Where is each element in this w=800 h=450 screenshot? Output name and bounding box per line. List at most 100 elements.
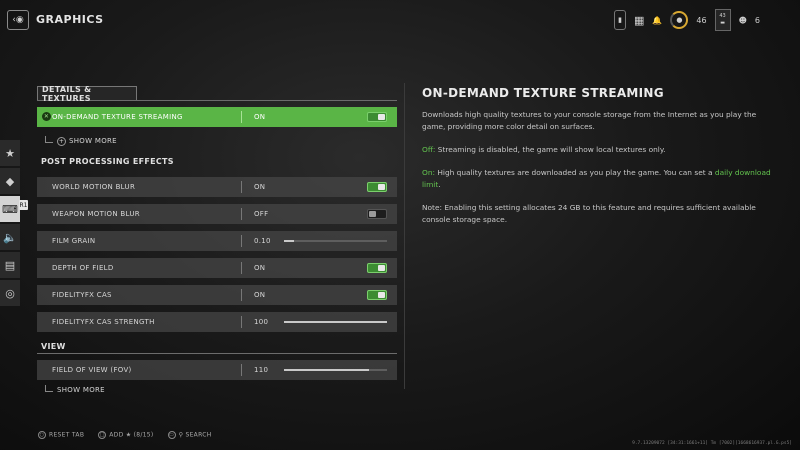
- off-text: Streaming is disabled, the game will sho…: [435, 145, 666, 154]
- setting-row-fidelityfx-cas[interactable]: FIDELITYFX CAS ON: [37, 285, 397, 305]
- on-end: .: [438, 180, 441, 189]
- toggle-knob: [378, 184, 385, 190]
- toggle-knob: [378, 114, 385, 120]
- show-more-label: SHOW MORE: [57, 386, 105, 394]
- graphics-icon: ⌨: [2, 202, 18, 216]
- off-label: Off:: [422, 145, 436, 154]
- top-right-status: ▮ ▦ 🔔 ● 46 43 ▬ ☻ 6: [614, 8, 760, 32]
- setting-value: 110: [254, 366, 269, 374]
- show-more-label: SHOW MORE: [69, 137, 117, 145]
- setting-row-texture-streaming[interactable]: ✕ ON-DEMAND TEXTURE STREAMING ON: [37, 107, 397, 127]
- back-icon: ‹◉: [12, 15, 24, 25]
- setting-value: ON: [254, 183, 266, 191]
- slider[interactable]: [284, 321, 387, 323]
- setting-label: FIDELITYFX CAS STRENGTH: [52, 318, 155, 326]
- back-button[interactable]: ‹◉: [7, 10, 29, 30]
- description-on: On: High quality textures are downloaded…: [422, 167, 777, 191]
- description-intro: Downloads high quality textures to your …: [422, 110, 757, 131]
- player-level: 46: [696, 15, 707, 25]
- panel-divider: [404, 83, 405, 389]
- tree-corner: [45, 135, 53, 143]
- rail-controller[interactable]: ◆: [0, 168, 20, 194]
- row-separator: [241, 289, 242, 301]
- setting-value: 0.10: [254, 237, 271, 245]
- friends-icon[interactable]: ☻: [739, 16, 747, 25]
- show-more-details[interactable]: + SHOW MORE: [37, 134, 397, 148]
- setting-label: FIELD OF VIEW (FOV): [52, 366, 132, 374]
- setting-value: OFF: [254, 210, 269, 218]
- setting-label: ON-DEMAND TEXTURE STREAMING: [52, 113, 183, 121]
- setting-row-film-grain[interactable]: FILM GRAIN 0.10: [37, 231, 397, 251]
- setting-value: ON: [254, 113, 266, 121]
- section-header-view: VIEW: [41, 341, 66, 351]
- slider-fill: [284, 240, 295, 242]
- setting-row-fov[interactable]: FIELD OF VIEW (FOV) 110: [37, 360, 397, 380]
- rail-interface[interactable]: ▤: [0, 252, 20, 278]
- toggle-switch[interactable]: [367, 290, 387, 300]
- prestige-badge: 43 ▬: [714, 9, 731, 31]
- row-separator: [241, 262, 242, 274]
- slider-fill: [284, 369, 370, 371]
- friends-count: 6: [754, 15, 760, 25]
- plus-circle-icon: +: [57, 136, 66, 146]
- toggle-switch[interactable]: [367, 209, 387, 219]
- square-button-icon: □: [98, 431, 107, 439]
- toggle-switch[interactable]: [367, 182, 387, 192]
- prestige-bar-icon: ▬: [720, 20, 725, 26]
- controller-icon: ◆: [5, 174, 15, 188]
- network-icon: ◎: [5, 286, 15, 300]
- setting-row-cas-strength[interactable]: FIDELITYFX CAS STRENGTH 100: [37, 312, 397, 332]
- toggle-switch[interactable]: [367, 263, 387, 273]
- setting-row-world-motion-blur[interactable]: WORLD MOTION BLUR ON: [37, 177, 397, 197]
- setting-label: WORLD MOTION BLUR: [52, 183, 136, 191]
- touchpad-button-icon: ▭: [167, 431, 176, 439]
- top-bar: ‹◉ GRAPHICS ▮ ▦ 🔔 ● 46 43 ▬ ☻ 6: [0, 0, 800, 44]
- speaker-icon: 🔈: [3, 230, 17, 244]
- on-text: High quality textures are downloaded as …: [435, 168, 715, 177]
- toggle-knob: [369, 211, 376, 217]
- tree-corner: [45, 384, 53, 392]
- r1-button-hint-icon: R1: [19, 200, 28, 210]
- row-separator: [241, 208, 242, 220]
- star-icon: ★: [5, 146, 15, 160]
- description-note: Note: Enabling this setting allocates 24…: [422, 203, 756, 224]
- setting-label: FIDELITYFX CAS: [52, 291, 112, 299]
- row-separator: [241, 364, 242, 376]
- slider[interactable]: [284, 369, 387, 371]
- section-header-details: DETAILS & TEXTURES: [37, 85, 137, 103]
- section-divider: [37, 353, 397, 354]
- reset-tab-hint[interactable]: ○ RESET TAB: [38, 431, 84, 439]
- notification-bell-icon[interactable]: 🔔: [652, 16, 662, 25]
- toggle-switch[interactable]: [367, 112, 387, 122]
- controller-battery-icon: ▮: [614, 10, 626, 30]
- add-favorite-hint[interactable]: □ ADD ★ (8/15): [98, 431, 153, 439]
- search-hint[interactable]: ▭ ⚲ SEARCH: [167, 431, 212, 439]
- setting-row-depth-of-field[interactable]: DEPTH OF FIELD ON: [37, 258, 397, 278]
- menu-grid-icon[interactable]: ▦: [634, 14, 644, 27]
- description-title: ON-DEMAND TEXTURE STREAMING: [422, 86, 664, 100]
- r3-button-icon: ○: [38, 431, 46, 439]
- rail-favorites[interactable]: ★: [0, 140, 20, 166]
- description-off: Off: Streaming is disabled, the game wil…: [422, 144, 777, 156]
- show-more-view[interactable]: SHOW MORE: [37, 383, 397, 397]
- row-separator: [241, 235, 242, 247]
- setting-row-weapon-motion-blur[interactable]: WEAPON MOTION BLUR OFF: [37, 204, 397, 224]
- setting-value: ON: [254, 264, 266, 272]
- description-panel: ON-DEMAND TEXTURE STREAMING Downloads hi…: [422, 86, 777, 237]
- setting-label: FILM GRAIN: [52, 237, 96, 245]
- settings-category-rail: ★ ◆ ⌨ R1 🔈 ▤ ◎: [0, 140, 28, 308]
- setting-value: 100: [254, 318, 269, 326]
- setting-value: ON: [254, 291, 266, 299]
- footer-hints: ○ RESET TAB □ ADD ★ (8/15) ▭ ⚲ SEARCH: [38, 431, 212, 439]
- rail-graphics[interactable]: ⌨ R1: [0, 196, 28, 222]
- slider[interactable]: [284, 240, 387, 242]
- toggle-knob: [378, 265, 385, 271]
- build-version: 9.7.13209072 [34:31:1661+11] Tm [7002][1…: [632, 441, 792, 446]
- setting-label: DEPTH OF FIELD: [52, 264, 114, 272]
- section-header-post-processing: POST PROCESSING EFFECTS: [41, 156, 174, 166]
- interface-icon: ▤: [4, 258, 16, 272]
- rail-audio[interactable]: 🔈: [0, 224, 20, 250]
- toggle-knob: [378, 292, 385, 298]
- rail-network[interactable]: ◎: [0, 280, 20, 306]
- slider-fill: [284, 321, 387, 323]
